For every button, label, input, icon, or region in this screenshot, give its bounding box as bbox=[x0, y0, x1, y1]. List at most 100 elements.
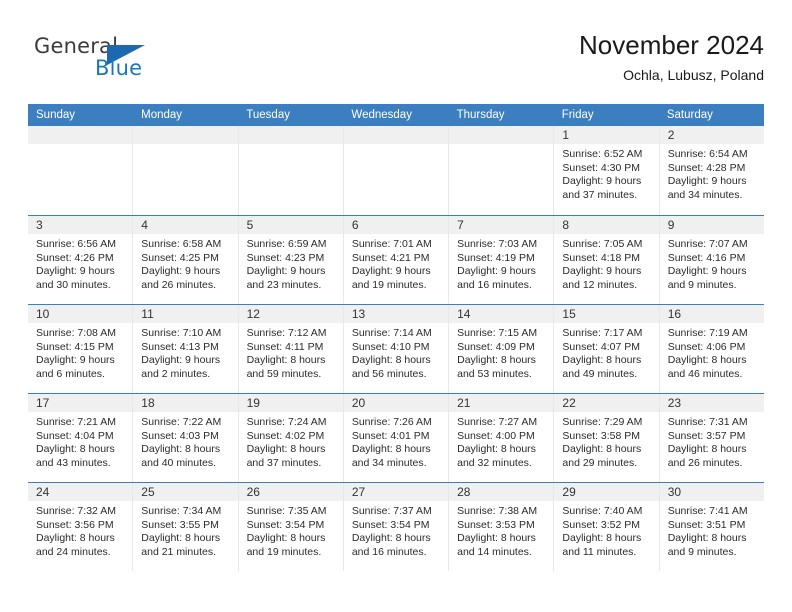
calendar-day-cell[interactable]: 26 Sunrise: 7:35 AM Sunset: 3:54 PM Dayligh… bbox=[238, 483, 344, 571]
calendar-day-cell[interactable]: 24 Sunrise: 7:32 AM Sunset: 3:56 PM Dayligh… bbox=[28, 483, 134, 571]
calendar-page: General Blue November 2024 Ochla, Lubusz… bbox=[0, 0, 792, 612]
day-number-band bbox=[28, 126, 133, 144]
calendar-day-cell[interactable]: 16 Sunrise: 7:19 AM Sunset: 4:06 PM Dayligh… bbox=[659, 305, 764, 393]
sunset-text: Sunset: 4:25 PM bbox=[141, 251, 219, 264]
daylight-text-line1: Daylight: 8 hours bbox=[562, 443, 642, 456]
sunset-text: Sunset: 4:30 PM bbox=[562, 161, 641, 174]
calendar-day-cell[interactable]: 7 Sunrise: 7:03 AM Sunset: 4:19 PM Daylight… bbox=[449, 216, 555, 304]
day-number: 26 bbox=[246, 485, 260, 499]
calendar-day-cell[interactable]: 8 Sunrise: 7:05 AM Sunset: 4:18 PM Daylight… bbox=[554, 216, 660, 304]
day-number-band: 3 bbox=[28, 216, 133, 234]
daylight-text-line1: Daylight: 8 hours bbox=[141, 443, 221, 456]
day-sun-info: Sunrise: 7:35 AM Sunset: 3:54 PM Daylight:… bbox=[239, 501, 343, 559]
calendar-day-cell[interactable]: 29 Sunrise: 7:40 AM Sunset: 3:52 PM Dayligh… bbox=[554, 483, 660, 571]
sunset-text: Sunset: 3:52 PM bbox=[562, 518, 641, 531]
sunrise-text: Sunrise: 7:07 AM bbox=[667, 238, 748, 250]
calendar-day-cell[interactable]: 2 Sunrise: 6:54 AM Sunset: 4:28 PM Daylight… bbox=[659, 126, 764, 215]
day-number: 11 bbox=[141, 307, 154, 321]
calendar-day-cell[interactable]: 30 Sunrise: 7:41 AM Sunset: 3:51 PM Dayligh… bbox=[659, 483, 764, 571]
sunrise-text: Sunrise: 7:10 AM bbox=[141, 327, 222, 339]
sunrise-text: Sunrise: 7:40 AM bbox=[562, 505, 643, 517]
day-number-band bbox=[133, 126, 238, 144]
day-sun-info: Sunrise: 7:17 AM Sunset: 4:07 PM Daylight:… bbox=[554, 323, 658, 381]
sunset-text: Sunset: 4:26 PM bbox=[36, 251, 114, 264]
sunset-text: Sunset: 4:13 PM bbox=[141, 340, 219, 353]
daylight-text-line2: and 16 minutes. bbox=[457, 278, 532, 291]
day-sun-info: Sunrise: 7:32 AM Sunset: 3:56 PM Daylight:… bbox=[28, 501, 132, 559]
daylight-text-line1: Daylight: 8 hours bbox=[457, 443, 536, 456]
calendar-day-cell[interactable]: 18 Sunrise: 7:22 AM Sunset: 4:03 PM Dayligh… bbox=[133, 394, 239, 482]
sunset-text: Sunset: 4:03 PM bbox=[141, 429, 219, 442]
day-number: 22 bbox=[562, 396, 576, 410]
calendar-day-cell[interactable]: 21 Sunrise: 7:27 AM Sunset: 4:00 PM Dayligh… bbox=[449, 394, 555, 482]
sunrise-text: Sunrise: 7:08 AM bbox=[36, 327, 116, 339]
sunrise-text: Sunrise: 6:52 AM bbox=[562, 148, 643, 160]
daylight-text-line2: and 6 minutes. bbox=[36, 367, 105, 380]
calendar-day-cell-empty bbox=[343, 126, 450, 215]
sunrise-text: Sunrise: 7:32 AM bbox=[36, 505, 116, 517]
daylight-text-line1: Daylight: 8 hours bbox=[141, 532, 221, 545]
daylight-text-line1: Daylight: 9 hours bbox=[562, 265, 642, 278]
calendar-day-cell[interactable]: 5 Sunrise: 6:59 AM Sunset: 4:23 PM Daylight… bbox=[238, 216, 344, 304]
daylight-text-line2: and 11 minutes. bbox=[562, 545, 637, 558]
calendar-day-cell[interactable]: 9 Sunrise: 7:07 AM Sunset: 4:16 PM Daylight… bbox=[659, 216, 764, 304]
daylight-text-line2: and 59 minutes. bbox=[246, 367, 322, 380]
calendar-week-row: 17 Sunrise: 7:21 AM Sunset: 4:04 PM Dayligh… bbox=[28, 393, 764, 482]
sunset-text: Sunset: 4:23 PM bbox=[246, 251, 325, 264]
calendar-day-cell[interactable]: 15 Sunrise: 7:17 AM Sunset: 4:07 PM Dayligh… bbox=[554, 305, 660, 393]
calendar-week-row: 1 Sunrise: 6:52 AM Sunset: 4:30 PM Daylight… bbox=[28, 126, 764, 215]
daylight-text-line1: Daylight: 8 hours bbox=[667, 443, 747, 456]
day-number-band: 6 bbox=[343, 216, 449, 234]
day-sun-info: Sunrise: 6:56 AM Sunset: 4:26 PM Daylight:… bbox=[28, 234, 132, 292]
daylight-text-line2: and 49 minutes. bbox=[562, 367, 638, 380]
sunset-text: Sunset: 4:11 PM bbox=[246, 340, 324, 353]
day-sun-info: Sunrise: 7:15 AM Sunset: 4:09 PM Daylight:… bbox=[449, 323, 553, 381]
brand-logo[interactable]: General Blue bbox=[34, 34, 214, 90]
daylight-text-line2: and 30 minutes. bbox=[36, 278, 111, 291]
calendar-day-cell[interactable]: 23 Sunrise: 7:31 AM Sunset: 3:57 PM Dayligh… bbox=[659, 394, 764, 482]
calendar-day-cell[interactable]: 17 Sunrise: 7:21 AM Sunset: 4:04 PM Dayligh… bbox=[28, 394, 134, 482]
calendar-day-cell[interactable]: 13 Sunrise: 7:14 AM Sunset: 4:10 PM Dayligh… bbox=[343, 305, 450, 393]
calendar-day-cell[interactable]: 10 Sunrise: 7:08 AM Sunset: 4:15 PM Dayligh… bbox=[28, 305, 134, 393]
calendar-day-cell[interactable]: 25 Sunrise: 7:34 AM Sunset: 3:55 PM Dayligh… bbox=[133, 483, 239, 571]
day-number: 25 bbox=[141, 485, 155, 499]
daylight-text-line2: and 9 minutes. bbox=[667, 545, 737, 558]
daylight-text-line1: Daylight: 9 hours bbox=[246, 265, 326, 278]
daylight-text-line1: Daylight: 8 hours bbox=[36, 532, 115, 545]
calendar-day-cell[interactable]: 6 Sunrise: 7:01 AM Sunset: 4:21 PM Daylight… bbox=[343, 216, 450, 304]
sunset-text: Sunset: 4:06 PM bbox=[667, 340, 746, 353]
day-sun-info: Sunrise: 7:01 AM Sunset: 4:21 PM Daylight:… bbox=[344, 234, 448, 292]
sunrise-text: Sunrise: 7:26 AM bbox=[351, 416, 432, 428]
calendar-day-cell[interactable]: 19 Sunrise: 7:24 AM Sunset: 4:02 PM Dayligh… bbox=[238, 394, 344, 482]
day-sun-info: Sunrise: 7:38 AM Sunset: 3:53 PM Daylight:… bbox=[449, 501, 553, 559]
day-number: 23 bbox=[667, 396, 682, 410]
daylight-text-line2: and 56 minutes. bbox=[351, 367, 427, 380]
sunrise-text: Sunrise: 6:56 AM bbox=[36, 238, 116, 250]
daylight-text-line2: and 46 minutes. bbox=[667, 367, 743, 380]
sunset-text: Sunset: 4:09 PM bbox=[457, 340, 535, 353]
sunset-text: Sunset: 4:01 PM bbox=[351, 429, 430, 442]
calendar-day-cell[interactable]: 3 Sunrise: 6:56 AM Sunset: 4:26 PM Daylight… bbox=[28, 216, 134, 304]
calendar-day-cell[interactable]: 4 Sunrise: 6:58 AM Sunset: 4:25 PM Daylight… bbox=[133, 216, 239, 304]
calendar-day-cell[interactable]: 12 Sunrise: 7:12 AM Sunset: 4:11 PM Dayligh… bbox=[238, 305, 344, 393]
calendar-day-cell[interactable]: 27 Sunrise: 7:37 AM Sunset: 3:54 PM Dayligh… bbox=[343, 483, 450, 571]
daylight-text-line2: and 53 minutes. bbox=[457, 367, 532, 380]
day-number-band: 7 bbox=[449, 216, 554, 234]
calendar-day-cell[interactable]: 1 Sunrise: 6:52 AM Sunset: 4:30 PM Daylight… bbox=[554, 126, 660, 215]
day-sun-info: Sunrise: 7:40 AM Sunset: 3:52 PM Daylight:… bbox=[554, 501, 658, 559]
sunrise-text: Sunrise: 7:05 AM bbox=[562, 238, 643, 250]
calendar-day-cell[interactable]: 22 Sunrise: 7:29 AM Sunset: 3:58 PM Dayligh… bbox=[554, 394, 660, 482]
day-sun-info: Sunrise: 7:14 AM Sunset: 4:10 PM Daylight:… bbox=[344, 323, 448, 381]
calendar-day-cell[interactable]: 20 Sunrise: 7:26 AM Sunset: 4:01 PM Dayligh… bbox=[343, 394, 450, 482]
calendar-day-cell[interactable]: 14 Sunrise: 7:15 AM Sunset: 4:09 PM Dayligh… bbox=[449, 305, 555, 393]
sunset-text: Sunset: 4:02 PM bbox=[246, 429, 325, 442]
day-number: 6 bbox=[351, 218, 359, 232]
day-number-band: 19 bbox=[238, 394, 343, 412]
day-number-band: 13 bbox=[343, 305, 449, 323]
calendar-week-row: 3 Sunrise: 6:56 AM Sunset: 4:26 PM Daylight… bbox=[28, 215, 764, 304]
day-sun-info: Sunrise: 6:52 AM Sunset: 4:30 PM Daylight:… bbox=[554, 144, 658, 202]
calendar-day-cell[interactable]: 28 Sunrise: 7:38 AM Sunset: 3:53 PM Dayligh… bbox=[449, 483, 555, 571]
sunset-text: Sunset: 4:21 PM bbox=[351, 251, 430, 264]
calendar-day-cell[interactable]: 11 Sunrise: 7:10 AM Sunset: 4:13 PM Dayligh… bbox=[133, 305, 239, 393]
day-number: 5 bbox=[246, 218, 254, 232]
